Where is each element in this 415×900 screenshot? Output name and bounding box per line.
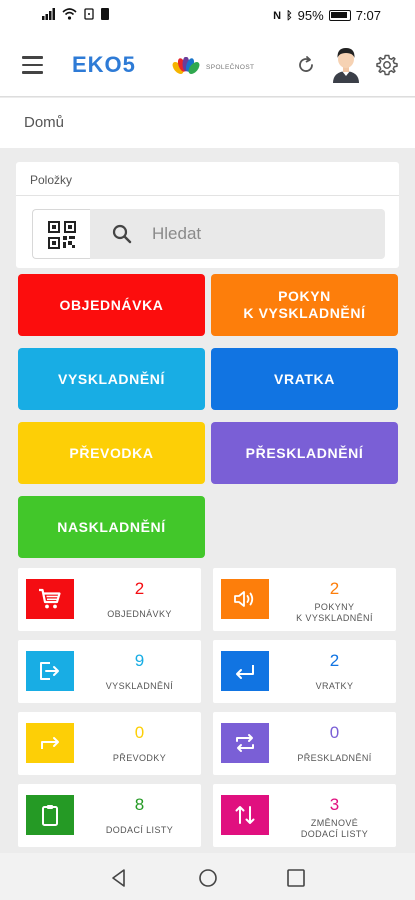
user-avatar[interactable] [331, 45, 361, 83]
action-button-pokyn-k-vyskladneni[interactable]: POKYN K VYSKLADNĚNÍ [211, 274, 398, 336]
nfc-icon: N [273, 9, 282, 22]
tile-count: 0 [134, 723, 145, 742]
company-name: SPOLEČNOST [206, 63, 255, 71]
tile-preskladneni[interactable]: 0 PŘESKLADNĚNÍ [213, 712, 396, 775]
signal-icon [42, 8, 55, 20]
tile-label: POKYNY K VYSKLADNĚNÍ [296, 602, 373, 623]
tile-label: PŘESKLADNĚNÍ [297, 753, 372, 763]
tile-count: 0 [329, 723, 340, 742]
logout-icon [26, 651, 74, 691]
refresh-icon[interactable] [294, 53, 318, 77]
breadcrumb-home[interactable]: Domů [24, 114, 64, 131]
clipboard-icon [26, 795, 74, 835]
home-icon[interactable] [197, 867, 219, 889]
items-card: Položky [16, 162, 399, 268]
tile-label: VRATKY [315, 681, 354, 691]
action-button-prevodka[interactable]: PŘEVODKA [18, 422, 205, 484]
exchange-icon [221, 795, 269, 835]
system-navigation-bar [0, 853, 415, 900]
tile-label: PŘEVODKY [112, 753, 167, 763]
tile-objednavky[interactable]: 2 OBJEDNÁVKY [18, 568, 201, 631]
divider [16, 195, 399, 196]
search-input[interactable] [152, 219, 372, 249]
tile-count: 8 [134, 795, 145, 814]
action-button-objednavka[interactable]: OBJEDNÁVKA [18, 274, 205, 336]
vibrate-icon [84, 8, 94, 20]
tile-pokyny-k-vyskladneni[interactable]: 2 POKYNY K VYSKLADNĚNÍ [213, 568, 396, 631]
action-button-vyskladneni[interactable]: VYSKLADNĚNÍ [18, 348, 205, 410]
gear-icon[interactable] [375, 53, 399, 77]
hamburger-menu-icon[interactable] [22, 56, 43, 74]
forward-arrow-icon [26, 723, 74, 763]
swap-icon [221, 723, 269, 763]
speaker-icon [221, 579, 269, 619]
sim-icon [101, 8, 109, 20]
tile-label: DODACÍ LISTY [105, 825, 174, 835]
recents-icon[interactable] [285, 867, 307, 889]
tile-count: 3 [329, 795, 340, 814]
clock: 7:07 [355, 8, 381, 23]
company-logo: SPOLEČNOST [170, 57, 254, 77]
tile-label: VYSKLADNĚNÍ [105, 681, 174, 691]
cart-icon [26, 579, 74, 619]
back-icon[interactable] [108, 867, 130, 889]
tile-count: 2 [329, 579, 340, 598]
search-box [90, 209, 385, 259]
tile-vratky[interactable]: 2 VRATKY [213, 640, 396, 703]
tile-count: 2 [134, 579, 145, 598]
tile-zmenove-dodaci-listy[interactable]: 3 ZMĚNOVÉ DODACÍ LISTY [213, 784, 396, 847]
qr-code-icon [48, 221, 76, 249]
qr-scan-button[interactable] [32, 209, 90, 259]
tile-label: OBJEDNÁVKY [107, 609, 172, 619]
action-button-vratka[interactable]: VRATKA [211, 348, 398, 410]
tile-label: ZMĚNOVÉ DODACÍ LISTY [300, 818, 369, 839]
action-button-naskladneni[interactable]: NASKLADNĚNÍ [18, 496, 205, 558]
tile-vyskladneni[interactable]: 9 VYSKLADNĚNÍ [18, 640, 201, 703]
app-title: EKO5 [72, 52, 136, 77]
return-arrow-icon [221, 651, 269, 691]
action-button-preskladneni[interactable]: PŘESKLADNĚNÍ [211, 422, 398, 484]
tile-count: 9 [134, 651, 145, 670]
battery-icon [328, 10, 351, 21]
app-bar: EKO5 SPOLEČNOST [0, 33, 415, 97]
bluetooth-icon: ᛒ [286, 9, 293, 22]
status-bar: N ᛒ 95% 7:07 [0, 0, 415, 33]
battery-percent: 95% [297, 8, 324, 23]
tile-count: 2 [329, 651, 340, 670]
breadcrumb: Domů [0, 98, 415, 148]
tile-dodaci-listy[interactable]: 8 DODACÍ LISTY [18, 784, 201, 847]
tile-prevodky[interactable]: 0 PŘEVODKY [18, 712, 201, 775]
search-icon [112, 224, 132, 244]
peacock-logo-icon [172, 57, 200, 74]
items-card-title: Položky [30, 173, 73, 187]
wifi-icon [62, 8, 77, 20]
